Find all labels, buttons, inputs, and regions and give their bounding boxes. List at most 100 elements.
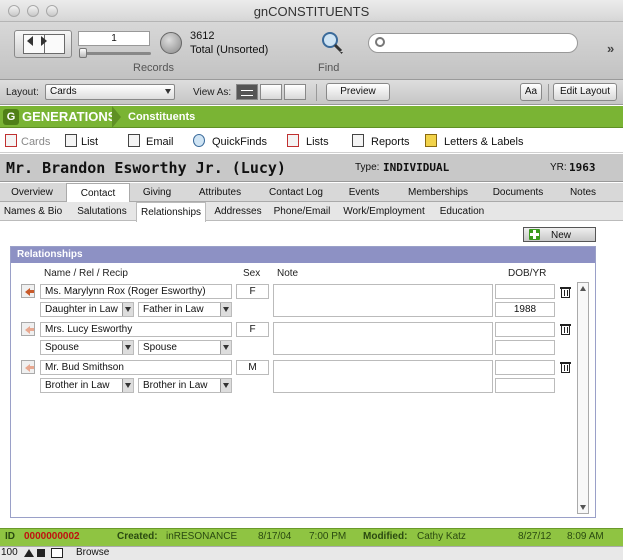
column-header-note: Note	[277, 268, 299, 279]
relationship-select[interactable]: Brother in Law	[40, 378, 134, 393]
trash-icon[interactable]	[560, 286, 571, 298]
portal-scrollbar[interactable]	[577, 282, 589, 514]
preview-button[interactable]: Preview	[326, 83, 390, 101]
view-as-table-button[interactable]	[284, 84, 306, 100]
tab-contact[interactable]: Contact	[66, 183, 130, 203]
relationships-panel-header	[11, 247, 595, 263]
toolbar-overflow-icon[interactable]: »	[607, 41, 614, 56]
relation-name-field[interactable]: Mr. Bud Smithson	[40, 360, 232, 375]
status-area-toggle-icon[interactable]	[37, 549, 45, 557]
tab-memberships[interactable]: Memberships	[400, 183, 476, 202]
view-as-label: View As:	[193, 87, 232, 98]
nav-quickfinds[interactable]: QuickFinds	[212, 136, 267, 148]
note-field[interactable]	[273, 284, 493, 317]
trash-icon[interactable]	[560, 323, 571, 335]
record-book-icon[interactable]	[14, 30, 72, 58]
tab-notes[interactable]: Notes	[564, 183, 602, 202]
modified-date: 8/27/12	[518, 531, 552, 542]
constituent-name: Mr. Brandon Esworthy Jr. (Lucy)	[6, 159, 286, 177]
modified-label: Modified:	[363, 531, 408, 542]
yr-field[interactable]: 1988	[495, 302, 555, 317]
relationship-select[interactable]: Daughter in Law	[40, 302, 134, 317]
yr-field[interactable]	[495, 378, 555, 393]
record-count: 3612	[190, 30, 215, 42]
trash-icon[interactable]	[560, 361, 571, 373]
yr-field[interactable]	[495, 340, 555, 355]
modified-by: Cathy Katz	[417, 531, 466, 542]
view-as-form-button[interactable]	[236, 84, 258, 100]
record-total-label: Total (Unsorted)	[190, 44, 269, 56]
tab-names-bio[interactable]: Names & Bio	[0, 202, 66, 221]
next-record-icon[interactable]	[41, 36, 47, 46]
chevron-down-icon	[122, 379, 133, 392]
zoom-in-icon[interactable]	[24, 549, 34, 557]
breadcrumb-section[interactable]: Constituents	[128, 111, 195, 123]
find-magnifier-icon[interactable]	[320, 30, 346, 56]
created-by: inRESONANCE	[166, 531, 238, 542]
created-label: Created:	[117, 531, 158, 542]
reciprocal-value: Spouse	[143, 342, 177, 353]
reciprocal-select[interactable]: Brother in Law	[138, 378, 232, 393]
letters-labels-icon	[425, 134, 437, 147]
view-as-list-button[interactable]	[260, 84, 282, 100]
record-slider-track[interactable]	[79, 52, 151, 55]
tab-overview[interactable]: Overview	[0, 183, 64, 202]
sex-field[interactable]: F	[236, 284, 269, 299]
type-label: Type:	[355, 162, 380, 173]
nav-cards[interactable]: Cards	[21, 136, 50, 148]
mode-label[interactable]: Browse	[76, 547, 109, 558]
scroll-down-icon[interactable]	[580, 505, 586, 510]
go-to-related-button[interactable]	[21, 322, 35, 336]
note-field[interactable]	[273, 322, 493, 355]
note-field[interactable]	[273, 360, 493, 393]
new-relationship-button[interactable]: New	[523, 227, 596, 242]
tab-work-employment[interactable]: Work/Employment	[338, 202, 430, 221]
tab-giving[interactable]: Giving	[132, 183, 182, 202]
tab-contact-log[interactable]: Contact Log	[262, 183, 330, 202]
tab-relationships[interactable]: Relationships	[136, 202, 206, 222]
find-label: Find	[318, 62, 340, 74]
relationship-value: Spouse	[45, 342, 79, 353]
scroll-up-icon[interactable]	[580, 286, 586, 291]
nav-letters-labels[interactable]: Letters & Labels	[444, 136, 524, 148]
record-slider-knob[interactable]	[79, 48, 87, 58]
id-value: 0000000002	[24, 531, 80, 542]
tab-attributes[interactable]: Attributes	[190, 183, 250, 202]
text-formatting-button[interactable]: Aa	[520, 83, 542, 101]
nav-lists[interactable]: Lists	[306, 136, 329, 148]
divider	[316, 84, 317, 101]
chevron-down-icon	[220, 341, 231, 354]
nav-reports[interactable]: Reports	[371, 136, 410, 148]
dob-field[interactable]	[495, 284, 555, 299]
module-nav: Cards List Email QuickFinds Lists Report…	[0, 129, 623, 153]
nav-list[interactable]: List	[81, 136, 98, 148]
previous-record-icon[interactable]	[27, 36, 33, 46]
tab-events[interactable]: Events	[340, 183, 388, 202]
layout-select[interactable]: Cards	[45, 84, 175, 100]
tab-education[interactable]: Education	[434, 202, 490, 221]
tab-salutations[interactable]: Salutations	[72, 202, 132, 221]
edit-layout-button[interactable]: Edit Layout	[553, 83, 617, 101]
go-to-related-button[interactable]	[21, 284, 35, 298]
reports-icon	[352, 134, 364, 147]
found-set-pie-icon	[160, 32, 182, 54]
nav-email[interactable]: Email	[146, 136, 174, 148]
panel-title: Relationships	[17, 249, 83, 260]
relation-name-field[interactable]: Mrs. Lucy Esworthy	[40, 322, 232, 337]
zoom-level[interactable]: 100	[1, 547, 18, 558]
main-tabs: Overview Contact Giving Attributes Conta…	[0, 183, 623, 203]
relation-name-field[interactable]: Ms. Marylynn Rox (Roger Esworthy)	[40, 284, 232, 299]
relationship-select[interactable]: Spouse	[40, 340, 134, 355]
tab-phone-email[interactable]: Phone/Email	[270, 202, 334, 221]
tab-addresses[interactable]: Addresses	[210, 202, 266, 221]
dob-field[interactable]	[495, 360, 555, 375]
reciprocal-select[interactable]: Father in Law	[138, 302, 232, 317]
record-number-input[interactable]: 1	[78, 31, 150, 46]
search-input[interactable]	[368, 33, 578, 53]
tab-documents[interactable]: Documents	[486, 183, 550, 202]
reciprocal-select[interactable]: Spouse	[138, 340, 232, 355]
dob-field[interactable]	[495, 322, 555, 337]
sex-field[interactable]: M	[236, 360, 269, 375]
go-to-related-button[interactable]	[21, 360, 35, 374]
sex-field[interactable]: F	[236, 322, 269, 337]
